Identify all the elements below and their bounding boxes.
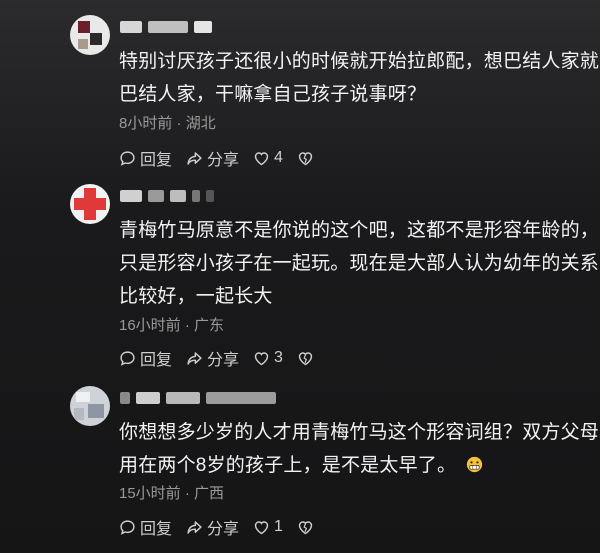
dislike-button[interactable] <box>297 150 318 167</box>
broken-heart-icon <box>298 520 313 534</box>
broken-heart-icon <box>298 351 313 365</box>
broken-heart-icon <box>298 151 313 165</box>
heart-icon <box>254 351 269 365</box>
comment-location: 广东 <box>194 317 225 334</box>
reply-button[interactable]: 回复 <box>119 146 172 170</box>
like-button[interactable]: 3 <box>253 349 283 367</box>
like-button[interactable]: 1 <box>253 518 283 536</box>
like-count: 1 <box>274 518 283 535</box>
comment-bubble-icon <box>120 350 135 366</box>
like-button[interactable]: 4 <box>253 149 283 167</box>
comment-meta: 16小时前 · 广东 <box>119 317 225 334</box>
avatar[interactable] <box>70 15 110 55</box>
share-arrow-icon <box>187 351 202 365</box>
reply-button[interactable]: 回复 <box>119 346 172 370</box>
comment-bubble-icon <box>120 519 135 535</box>
avatar[interactable] <box>70 386 110 426</box>
dislike-button[interactable] <box>297 519 318 536</box>
comment-time: 16小时前 <box>119 317 181 334</box>
grimace-emoji-icon <box>466 456 482 473</box>
comment-time: 15小时前 <box>119 485 181 502</box>
comment-location: 广西 <box>194 485 225 502</box>
comment-bubble-icon <box>120 150 135 166</box>
comment-actions: 回复 分享 3 <box>119 346 332 370</box>
comment-time: 8小时前 <box>119 115 173 132</box>
comment-text: 你想想多少岁的人才用青梅竹马这个形容词组？双方父母 用在两个8岁的孩子上，是不是… <box>119 422 600 476</box>
heart-icon <box>254 151 269 165</box>
comment-meta: 15小时前 · 广西 <box>119 485 225 502</box>
comment-location: 湖北 <box>185 115 216 132</box>
comment-text: 青梅竹马原意不是你说的这个吧，这都不是形容年龄的， 只是形容小孩子在一起玩。现在… <box>119 220 600 307</box>
avatar[interactable] <box>70 184 110 224</box>
share-button[interactable]: 分享 <box>186 146 239 170</box>
share-button[interactable]: 分享 <box>186 515 239 539</box>
username-masked[interactable] <box>120 188 214 204</box>
username-masked[interactable] <box>120 19 212 35</box>
comment-meta: 8小时前 · 湖北 <box>119 115 216 132</box>
comment-actions: 回复 分享 1 <box>119 515 332 539</box>
heart-icon <box>254 520 269 534</box>
share-arrow-icon <box>187 151 202 165</box>
like-count: 4 <box>274 149 283 166</box>
comment-text: 特别讨厌孩子还很小的时候就开始拉郎配，想巴结人家就 巴结人家，干嘛拿自己孩子说事… <box>119 51 600 105</box>
share-arrow-icon <box>187 520 202 534</box>
share-button[interactable]: 分享 <box>186 346 239 370</box>
dislike-button[interactable] <box>297 350 318 367</box>
like-count: 3 <box>274 349 283 366</box>
comment-actions: 回复 分享 4 <box>119 146 332 170</box>
username-masked[interactable] <box>120 390 276 406</box>
reply-button[interactable]: 回复 <box>119 515 172 539</box>
